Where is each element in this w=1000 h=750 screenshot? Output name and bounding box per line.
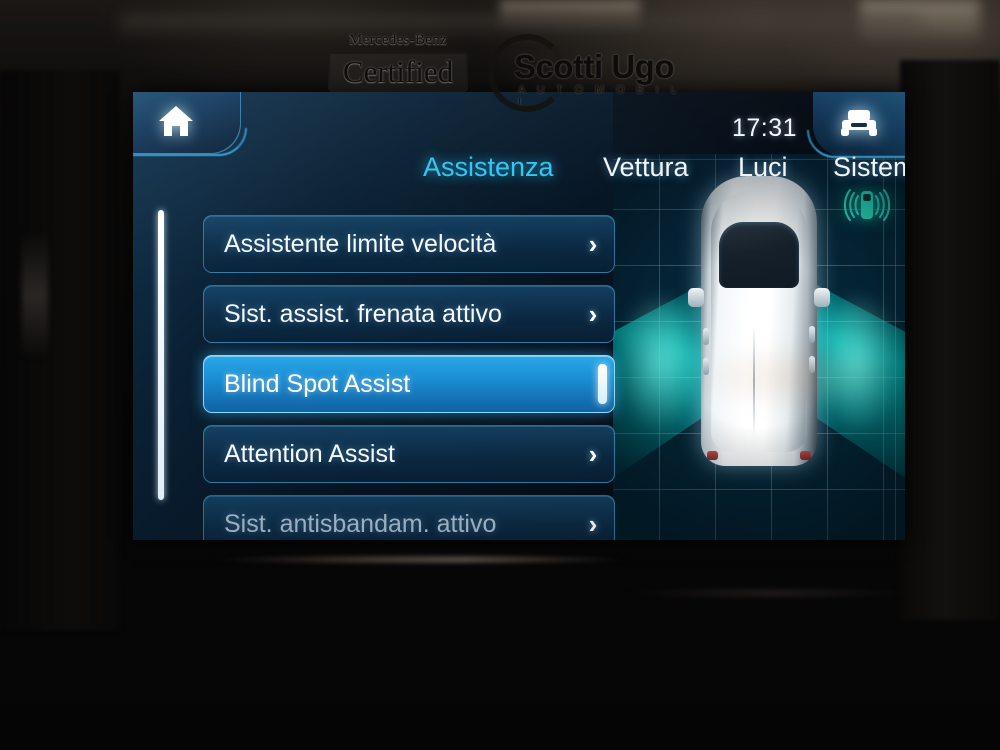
chevron-right-icon: ›	[588, 438, 598, 469]
menu-item-blind-spot-assist[interactable]: Blind Spot Assist	[203, 355, 615, 413]
menu-item-label: Sist. antisbandam. attivo	[224, 509, 497, 538]
chevron-right-icon: ›	[588, 228, 598, 259]
category-tabs: Assistenza Vettura Luci Sistema	[133, 152, 905, 194]
tab-vettura[interactable]: Vettura	[603, 152, 689, 183]
menu-item-active-brake-assist[interactable]: Sist. assist. frenata attivo ›	[203, 285, 615, 343]
selection-indicator	[598, 364, 607, 404]
menu-item-label: Blind Spot Assist	[224, 369, 411, 398]
infotainment-photo: 17:31 Assistenza Vettura Luci Sistem Ass…	[0, 0, 1000, 750]
tab-assistenza[interactable]: Assistenza	[423, 152, 554, 183]
bezel-reflection	[22, 230, 48, 360]
home-icon	[157, 104, 195, 138]
blind-spot-assist-diagram	[613, 154, 905, 540]
vehicle-tab-button[interactable]	[813, 92, 905, 156]
chevron-right-icon: ›	[588, 298, 598, 329]
hardkey-console: TEL RADIO MEDIA VOL	[0, 600, 1000, 750]
menu-item-label: Sist. assist. frenata attivo	[224, 299, 502, 328]
home-button[interactable]	[133, 92, 241, 154]
menu-item-attention-assist[interactable]: Attention Assist ›	[203, 425, 615, 483]
clock: 17:31	[731, 114, 797, 142]
right-bezel	[900, 60, 1000, 620]
bezel-bottom-highlight	[210, 556, 630, 563]
car-front-icon	[839, 106, 879, 140]
tab-sistema[interactable]: Sistema	[833, 152, 905, 183]
left-bezel	[0, 70, 120, 630]
diagram-vignette	[613, 154, 905, 540]
chevron-right-icon: ›	[588, 508, 598, 539]
menu-item-active-lane-keeping-assist[interactable]: Sist. antisbandam. attivo ›	[203, 495, 615, 540]
menu-item-speed-limit-assist[interactable]: Assistente limite velocità ›	[203, 215, 615, 273]
menu-item-label: Assistente limite velocità	[224, 229, 497, 258]
bezel-bottom-highlight-2	[620, 590, 920, 596]
assistance-menu-list: Assistente limite velocità › Sist. assis…	[155, 207, 625, 540]
menu-item-label: Attention Assist	[224, 439, 395, 468]
infotainment-screen[interactable]: 17:31 Assistenza Vettura Luci Sistem Ass…	[133, 92, 905, 540]
bezel-top-sheen	[120, 14, 920, 40]
tab-luci[interactable]: Luci	[738, 152, 788, 183]
